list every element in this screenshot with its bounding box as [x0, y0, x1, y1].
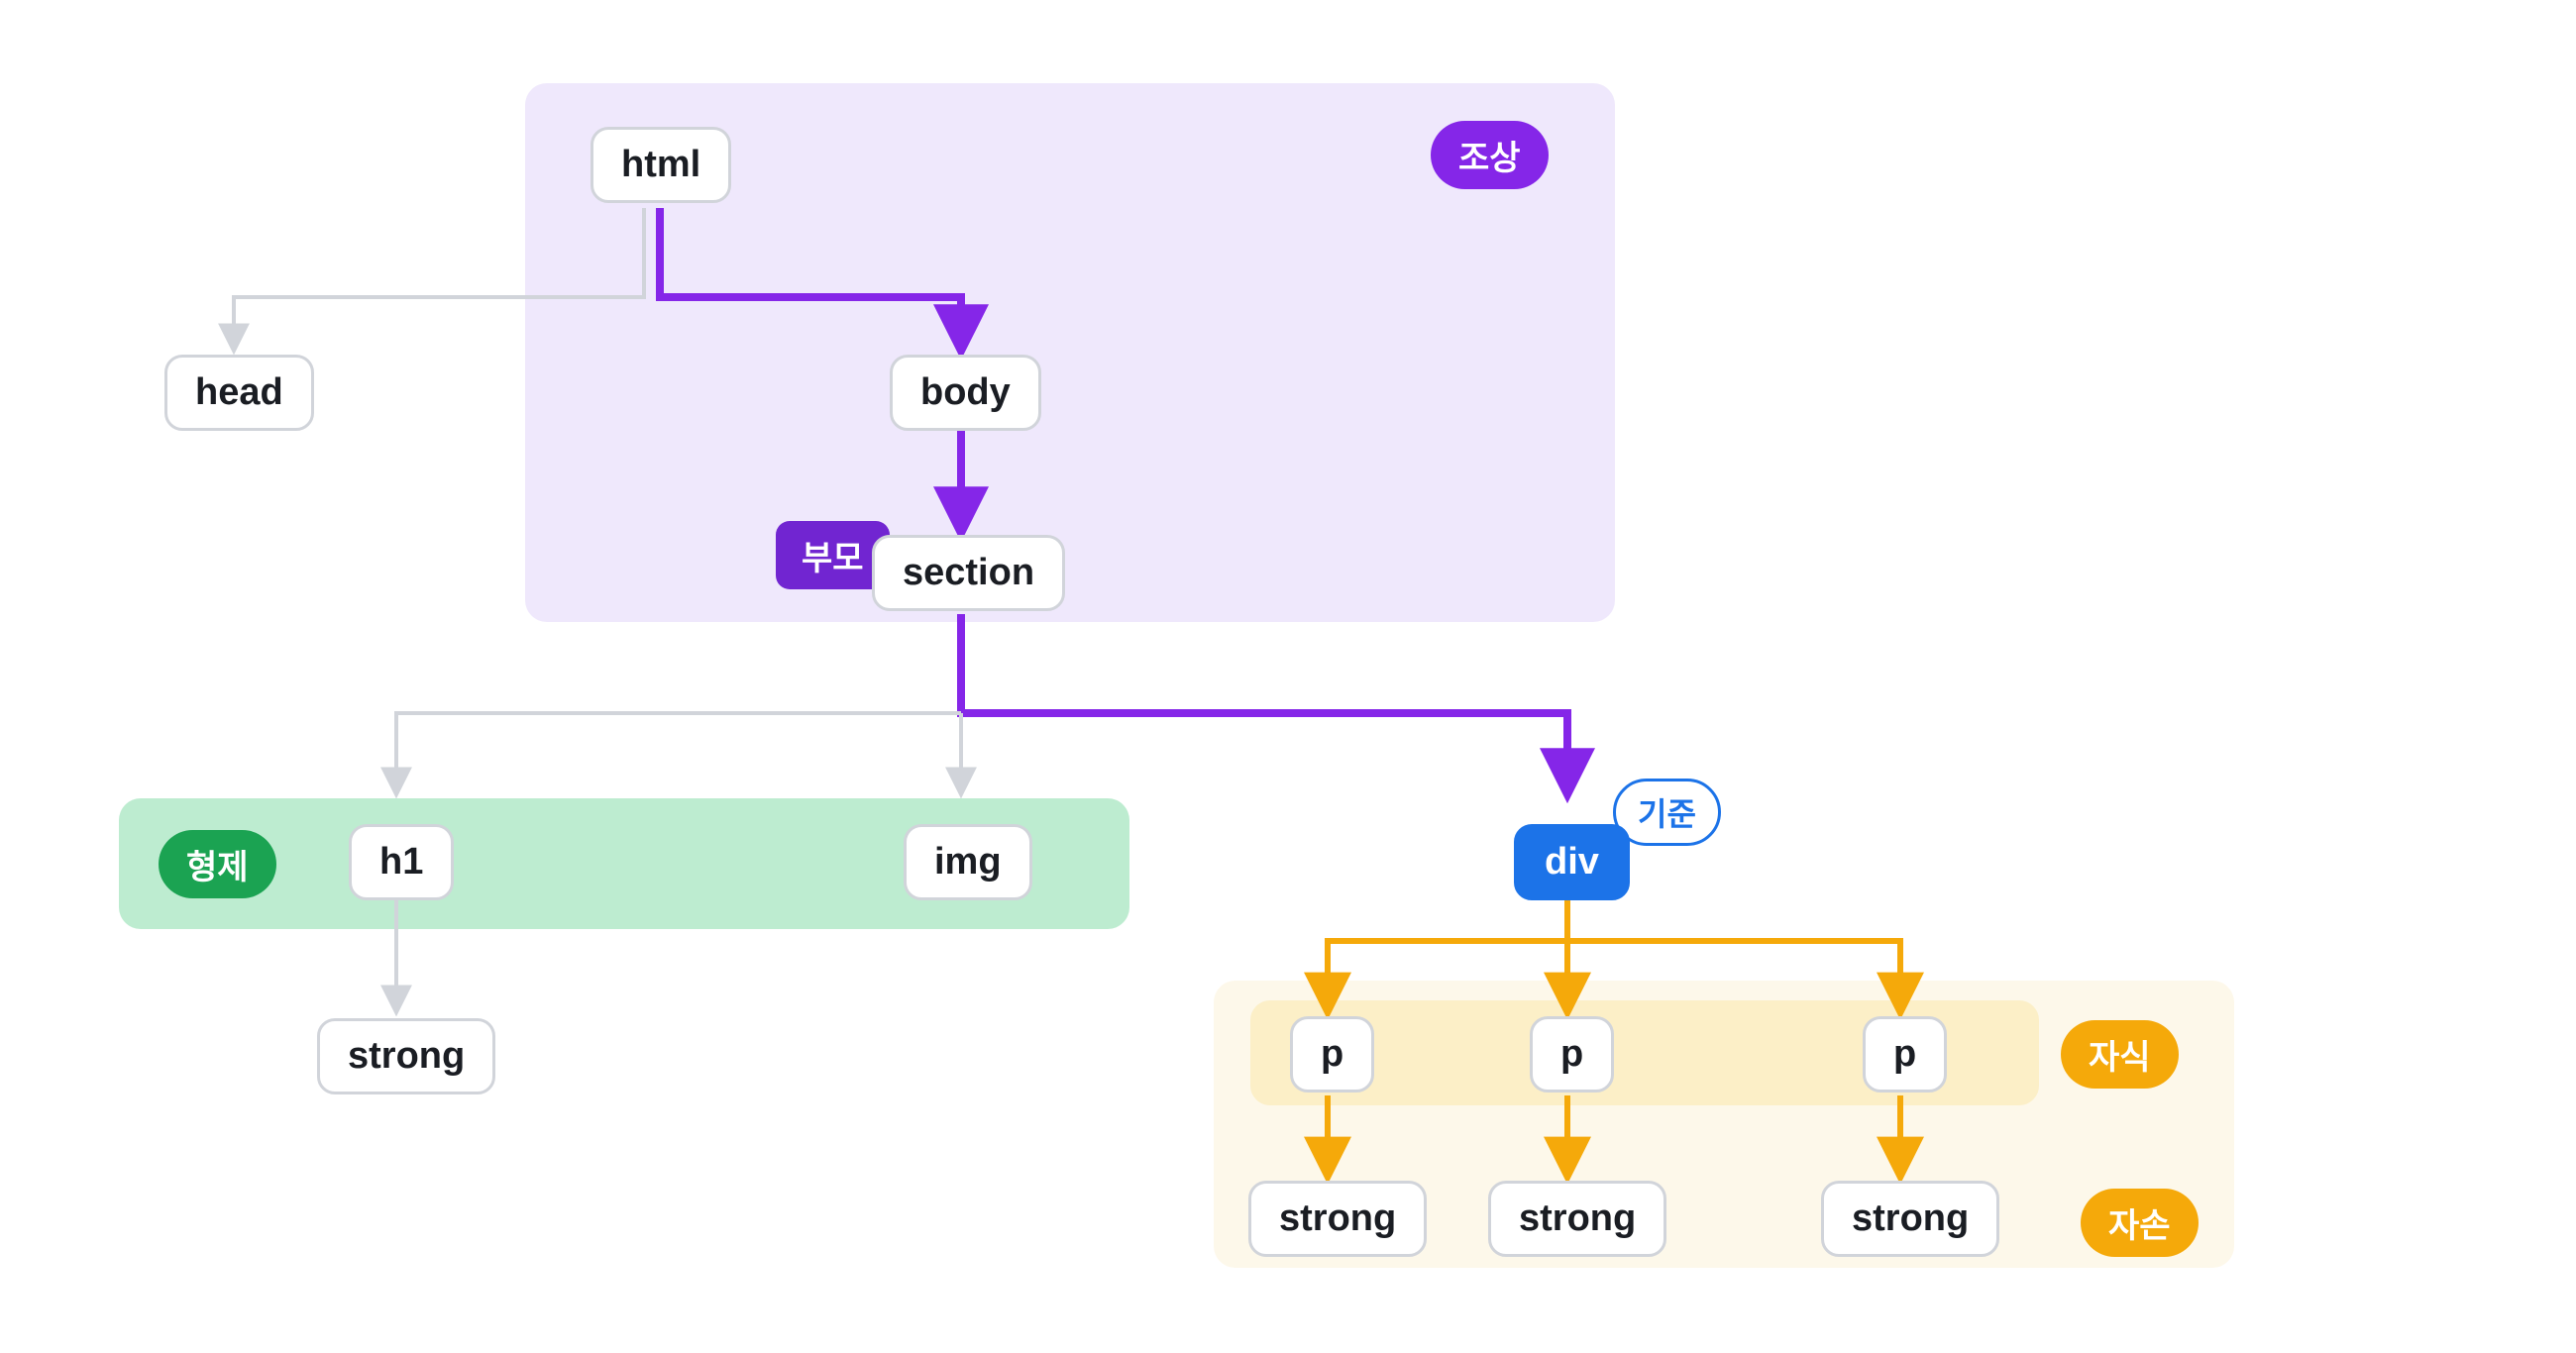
dom-tree-diagram: 조상 부모 형제 기준 자식 자손 html head body section…	[0, 0, 2576, 1353]
node-p-1: p	[1290, 1016, 1374, 1093]
node-body: body	[890, 355, 1041, 431]
node-img: img	[904, 824, 1032, 900]
node-strong-3: strong	[1821, 1181, 1999, 1257]
children-label: 자식	[2061, 1020, 2179, 1089]
node-section: section	[872, 535, 1065, 611]
ancestor-label: 조상	[1431, 121, 1549, 189]
node-strong-1: strong	[1248, 1181, 1427, 1257]
node-p-2: p	[1530, 1016, 1614, 1093]
reference-label: 기준	[1613, 779, 1721, 846]
descendant-label: 자손	[2081, 1189, 2199, 1257]
node-head: head	[164, 355, 314, 431]
node-div-reference: div	[1514, 824, 1630, 900]
node-p-3: p	[1863, 1016, 1947, 1093]
node-h1: h1	[349, 824, 454, 900]
node-html: html	[590, 127, 731, 203]
sibling-label: 형제	[159, 830, 276, 898]
node-strong-2: strong	[1488, 1181, 1666, 1257]
node-strong-under-h1: strong	[317, 1018, 495, 1094]
